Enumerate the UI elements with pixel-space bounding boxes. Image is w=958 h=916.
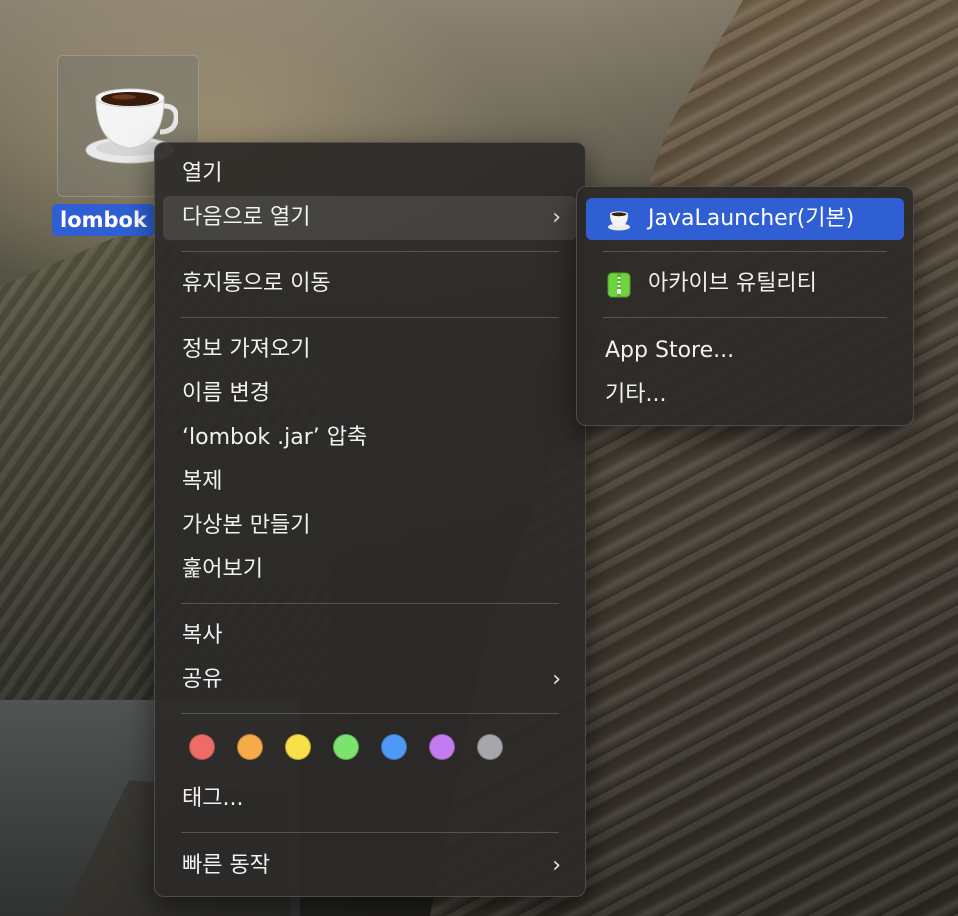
menu-item-copy[interactable]: 복사 bbox=[163, 614, 577, 658]
submenu-item-label: JavaLauncher(기본) bbox=[648, 206, 855, 231]
chevron-right-icon: › bbox=[552, 667, 561, 692]
menu-item-label: 빠른 동작 bbox=[182, 853, 270, 878]
menu-item-open[interactable]: 열기 bbox=[163, 152, 577, 196]
menu-item-rename[interactable]: 이름 변경 bbox=[163, 372, 577, 416]
tag-red-button[interactable] bbox=[189, 734, 215, 760]
tag-purple-button[interactable] bbox=[429, 734, 455, 760]
file-name-label[interactable]: lombok bbox=[52, 204, 155, 236]
menu-item-label: ‘lombok .jar’ 압축 bbox=[182, 425, 368, 450]
tag-yellow-button[interactable] bbox=[285, 734, 311, 760]
menu-separator bbox=[181, 832, 559, 833]
menu-item-label: 이름 변경 bbox=[182, 381, 270, 406]
menu-item-move-to-trash[interactable]: 휴지통으로 이동 bbox=[163, 262, 577, 306]
menu-item-label: 휴지통으로 이동 bbox=[182, 271, 331, 296]
chevron-right-icon: › bbox=[552, 205, 561, 230]
menu-item-get-info[interactable]: 정보 가져오기 bbox=[163, 328, 577, 372]
menu-item-label: 복사 bbox=[182, 623, 223, 648]
context-menu: 열기 다음으로 열기 › 휴지통으로 이동 정보 가져오기 이름 변경 ‘lomb… bbox=[154, 142, 586, 897]
menu-item-quick-actions[interactable]: 빠른 동작 › bbox=[163, 844, 577, 888]
archive-utility-icon bbox=[607, 272, 631, 298]
submenu-item-archive-utility[interactable]: 아카이브 유틸리티 bbox=[586, 263, 904, 305]
tag-gray-button[interactable] bbox=[477, 734, 503, 760]
menu-item-label: 다음으로 열기 bbox=[182, 205, 311, 230]
submenu-item-label: App Store... bbox=[605, 338, 735, 363]
java-coffee-cup-icon bbox=[608, 211, 630, 231]
menu-item-label: 공유 bbox=[182, 667, 223, 692]
menu-separator bbox=[603, 317, 887, 318]
tag-orange-button[interactable] bbox=[237, 734, 263, 760]
menu-item-label: 훑어보기 bbox=[182, 557, 263, 582]
menu-item-label: 가상본 만들기 bbox=[182, 513, 311, 538]
menu-item-duplicate[interactable]: 복제 bbox=[163, 460, 577, 504]
submenu-item-javalauncher[interactable]: JavaLauncher(기본) bbox=[586, 198, 904, 240]
submenu-item-label: 기타... bbox=[605, 382, 667, 407]
menu-separator bbox=[181, 317, 559, 318]
menu-separator bbox=[181, 603, 559, 604]
menu-item-label: 정보 가져오기 bbox=[182, 337, 311, 362]
submenu-item-app-store[interactable]: App Store... bbox=[586, 330, 904, 372]
menu-item-make-alias[interactable]: 가상본 만들기 bbox=[163, 504, 577, 548]
menu-item-quick-look[interactable]: 훑어보기 bbox=[163, 548, 577, 592]
menu-item-share[interactable]: 공유 › bbox=[163, 658, 577, 702]
chevron-right-icon: › bbox=[552, 853, 561, 878]
menu-separator bbox=[181, 713, 559, 714]
menu-separator bbox=[603, 251, 887, 252]
menu-item-open-with[interactable]: 다음으로 열기 › bbox=[163, 196, 577, 240]
submenu-item-other[interactable]: 기타... bbox=[586, 374, 904, 416]
tag-green-button[interactable] bbox=[333, 734, 359, 760]
menu-item-compress[interactable]: ‘lombok .jar’ 압축 bbox=[163, 416, 577, 460]
submenu-item-label: 아카이브 유틸리티 bbox=[648, 271, 817, 296]
menu-item-label: 태그... bbox=[182, 786, 244, 811]
menu-item-label: 복제 bbox=[182, 469, 223, 494]
tag-blue-button[interactable] bbox=[381, 734, 407, 760]
menu-item-label: 열기 bbox=[182, 161, 223, 186]
menu-item-tags[interactable]: 태그... bbox=[163, 777, 577, 821]
desktop-background: lombok 열기 다음으로 열기 › 휴지통으로 이동 정보 가져오기 이름 변… bbox=[0, 0, 958, 916]
open-with-submenu: JavaLauncher(기본) 아카이브 유틸리티 App Store... … bbox=[576, 186, 914, 426]
menu-separator bbox=[181, 251, 559, 252]
